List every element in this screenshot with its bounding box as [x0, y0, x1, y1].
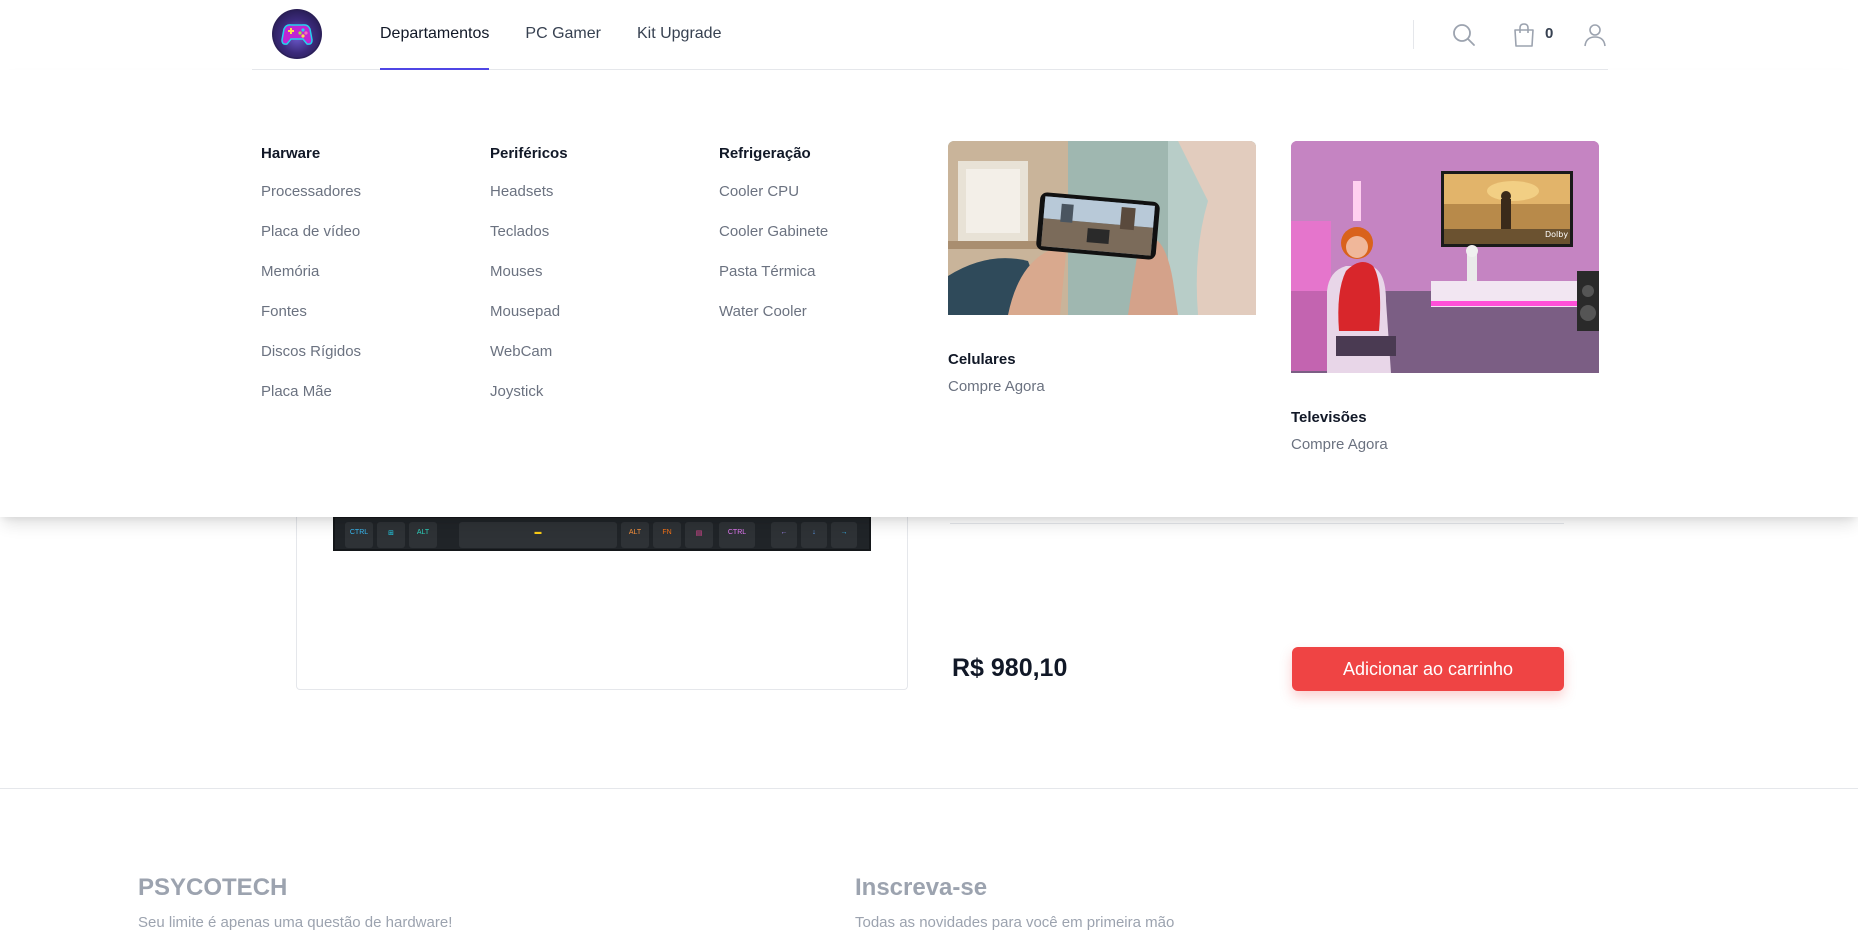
- menu-link-discos-rigidos[interactable]: Discos Rígidos: [261, 342, 361, 382]
- keycap: ▤: [685, 522, 713, 548]
- main-nav: Departamentos PC Gamer Kit Upgrade: [380, 0, 757, 70]
- add-to-cart-button[interactable]: Adicionar ao carrinho: [1292, 647, 1564, 691]
- menu-link-placa-mae[interactable]: Placa Mãe: [261, 382, 361, 422]
- nav-departamentos[interactable]: Departamentos: [380, 0, 490, 70]
- feature-cta-link[interactable]: Compre Agora: [948, 377, 1256, 397]
- menu-column-hardware: Harware Processadores Placa de vídeo Mem…: [261, 144, 361, 422]
- product-info-divider: [950, 523, 1564, 524]
- menu-column-title: Harware: [261, 145, 321, 162]
- menu-link-webcam[interactable]: WebCam: [490, 342, 568, 382]
- feature-title: Celulares: [948, 351, 1016, 368]
- menu-link-cooler-cpu[interactable]: Cooler CPU: [719, 182, 828, 222]
- keycap: ⊞: [377, 522, 405, 548]
- celulares-feature-image[interactable]: [948, 141, 1256, 320]
- footer-brand: PSYCOTECH: [138, 874, 288, 901]
- menu-link-mouses[interactable]: Mouses: [490, 262, 568, 302]
- header-divider: [1413, 20, 1414, 49]
- menu-column-perifericos: Periféricos Headsets Teclados Mouses Mou…: [490, 144, 568, 422]
- spacebar-key: ▬: [459, 522, 617, 548]
- keycap: ↓: [801, 522, 827, 548]
- feature-cta-link[interactable]: Compre Agora: [1291, 435, 1599, 455]
- keycap: →: [831, 522, 857, 548]
- feature-celulares: Celulares Compre Agora: [948, 141, 1256, 397]
- footer: PSYCOTECH Seu limite é apenas uma questã…: [0, 788, 1858, 930]
- menu-link-fontes[interactable]: Fontes: [261, 302, 361, 342]
- cart-count-badge: 0: [1545, 25, 1554, 42]
- menu-column-refrigeracao: Refrigeração Cooler CPU Cooler Gabinete …: [719, 144, 828, 342]
- departments-mega-menu: Harware Processadores Placa de vídeo Mem…: [0, 70, 1858, 517]
- feature-televisoes: Dolby Televisões Compre Agora: [1291, 141, 1599, 455]
- footer-tagline: Seu limite é apenas uma questão de hardw…: [138, 914, 453, 930]
- menu-link-pasta-termica[interactable]: Pasta Térmica: [719, 262, 828, 302]
- menu-link-placa-de-video[interactable]: Placa de vídeo: [261, 222, 361, 262]
- keycap: ALT: [621, 522, 649, 548]
- search-icon[interactable]: [1451, 22, 1477, 48]
- shopping-bag-icon[interactable]: [1511, 22, 1537, 48]
- keyboard-product-image: CTRL ⊞ ALT ▬ ALT FN ▤ CTRL ← ↓ →: [333, 516, 871, 551]
- menu-column-title: Refrigeração: [719, 145, 811, 162]
- user-icon[interactable]: [1582, 22, 1608, 48]
- product-price: R$ 980,10: [952, 654, 1068, 682]
- menu-link-memoria[interactable]: Memória: [261, 262, 361, 302]
- menu-link-water-cooler[interactable]: Water Cooler: [719, 302, 828, 342]
- svg-text:Dolby: Dolby: [1545, 230, 1568, 239]
- keycap: ←: [771, 522, 797, 548]
- televisoes-feature-image[interactable]: Dolby: [1291, 141, 1599, 378]
- feature-title: Televisões: [1291, 409, 1367, 426]
- keycap: CTRL: [345, 522, 373, 548]
- keycap: ALT: [409, 522, 437, 548]
- menu-link-processadores[interactable]: Processadores: [261, 182, 361, 222]
- keycap: FN: [653, 522, 681, 548]
- nav-kit-upgrade[interactable]: Kit Upgrade: [637, 0, 722, 70]
- footer-subscribe-title: Inscreva-se: [855, 874, 988, 901]
- top-header: Departamentos PC Gamer Kit Upgrade 0: [252, 0, 1608, 70]
- menu-link-mousepad[interactable]: Mousepad: [490, 302, 568, 342]
- nav-pc-gamer[interactable]: PC Gamer: [525, 0, 601, 70]
- menu-column-title: Periféricos: [490, 145, 568, 162]
- menu-link-headsets[interactable]: Headsets: [490, 182, 568, 222]
- menu-link-cooler-gabinete[interactable]: Cooler Gabinete: [719, 222, 828, 262]
- logo-gamepad-icon[interactable]: [272, 9, 322, 59]
- keycap: CTRL: [719, 522, 755, 548]
- menu-link-joystick[interactable]: Joystick: [490, 382, 568, 422]
- menu-link-teclados[interactable]: Teclados: [490, 222, 568, 262]
- footer-subscribe-text: Todas as novidades para você em primeira…: [855, 914, 1175, 930]
